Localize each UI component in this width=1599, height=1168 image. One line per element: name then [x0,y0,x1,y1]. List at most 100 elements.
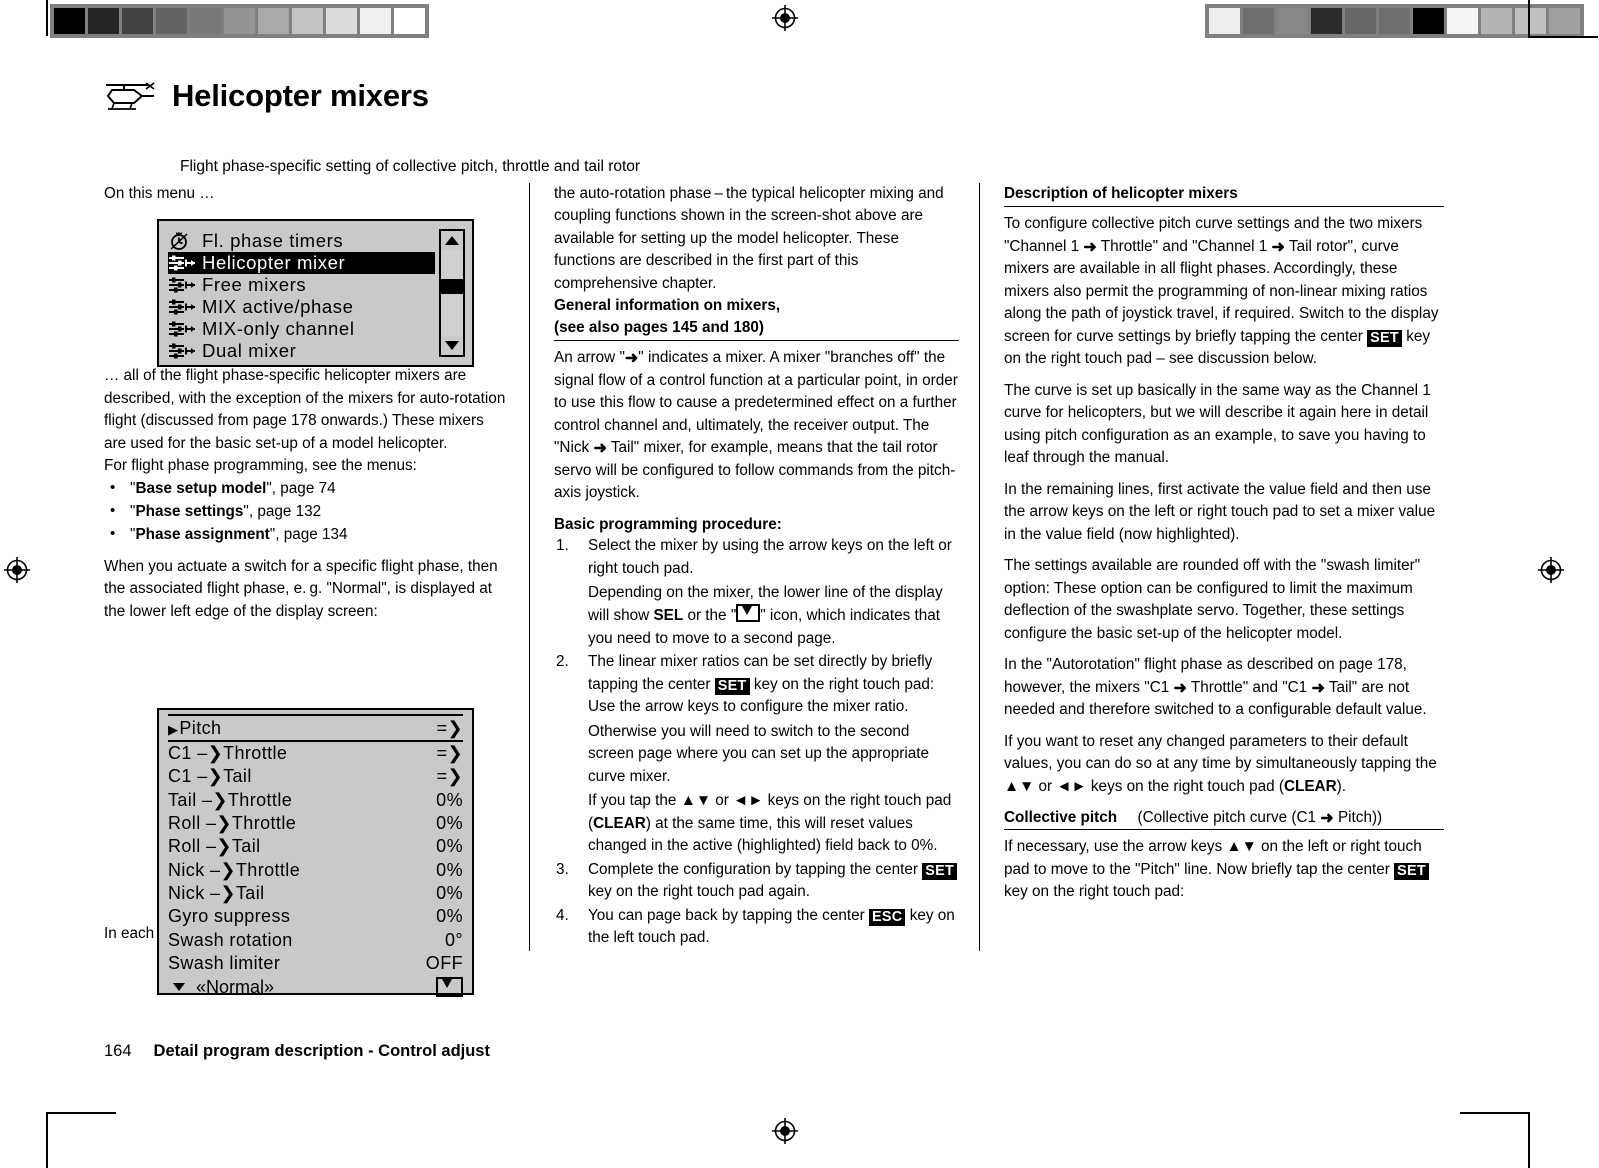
step-1: Select the mixer by using the arrow keys… [554,535,959,650]
lcd-mixer-row[interactable]: Swash limiter OFF [168,952,463,975]
lcd-mixer-row[interactable]: C1 –❯Tail =❯ [168,765,463,788]
lcd-menu-item[interactable]: Fl. phase timers [168,230,435,252]
triangle-up-icon [445,236,459,245]
step-3-text-a: Complete the configuration by tapping th… [588,860,923,878]
lcd-menu-item[interactable]: Free mixers [168,274,435,296]
lcd-mixer-row-value[interactable]: 0% [436,906,463,927]
arrow-icon: ➜ [1271,238,1285,256]
lcd-mixer-row-value[interactable]: 0% [436,836,463,857]
lcd-mixer-row-name: Tail –❯Throttle [168,789,293,810]
mixer-icon [168,276,202,294]
right-para-7: If necessary, use the arrow keys ▲▼ on t… [1004,836,1444,903]
page-footer: 164 Detail program description - Control… [104,1042,490,1061]
mixer-icon [169,343,195,359]
mixer-icon [169,321,195,337]
lcd-mixer-row[interactable]: C1 –❯Throttle =❯ [168,742,463,765]
set-key-badge[interactable]: SET [922,862,958,880]
lcd-mixer-row[interactable]: Swash rotation 0° [168,928,463,951]
mixer-icon [169,277,195,293]
right-para-6: If you want to reset any changed paramet… [1004,731,1444,798]
mixer-icon [168,254,202,272]
lcd-mixer-row-value[interactable]: 0% [436,790,463,811]
lcd-mixer-row-value[interactable]: =❯ [437,743,463,764]
lcd-mixer-row-name: Swash limiter [168,952,281,973]
lcd-menu-item[interactable]: Helicopter mixer [168,252,435,274]
calibration-swatch [394,8,425,34]
right-heading-1: Description of helicopter mixers [1004,185,1238,202]
column-middle: the auto-rotation phase – the typical he… [529,183,979,951]
mixer-icon [168,298,202,316]
set-key-badge[interactable]: SET [1367,329,1402,347]
scroll-down-button[interactable] [441,336,463,355]
crop-mark-top-right [1528,0,1530,36]
cursor-icon: ▶ [168,721,179,737]
right-para-7-b: key on the right touch pad: [1004,883,1185,900]
mixer-icon [168,342,202,360]
next-page-icon[interactable] [436,977,463,998]
mid-heading-1-line2: (see also pages 145 and 180) [554,318,765,336]
heading-rule [1004,829,1444,831]
lcd-mixer-row-value[interactable]: 0% [436,883,463,904]
menu-reference-list: "Base setup model", page 74 "Phase setti… [104,477,509,547]
arrow-icon: ➜ [1320,810,1334,828]
heading-rule [1004,206,1444,208]
calibration-swatch [1311,8,1342,34]
lcd-menu-item-label: Free mixers [202,274,307,295]
lcd-mixer-row-value[interactable]: 0° [445,930,463,951]
mid-heading-1-line1: General information on mixers, [554,297,781,315]
lcd-mixer-row-name: Roll –❯Throttle [168,813,297,834]
arrow-icon: ➜ [1083,238,1097,256]
lcd-menu-item[interactable]: MIX-only channel [168,318,435,340]
right-para-5: In the "Autorotation" flight phase as de… [1004,654,1444,721]
lcd-mixer-row-value[interactable]: =❯ [437,766,463,787]
crop-mark-bottom-right [1528,1112,1530,1168]
lcd-mixer-row-name: Gyro suppress [168,906,291,927]
lcd-phase-row[interactable]: «Normal» [168,975,463,1000]
right-para-6-a: If you want to reset any changed paramet… [1004,732,1437,795]
lcd-mixer-row-value[interactable]: 0% [436,813,463,834]
lcd-scrollbar[interactable] [439,229,465,357]
lcd-mixer-row-value[interactable]: OFF [426,953,463,974]
lcd-mixer-row[interactable]: Roll –❯Tail 0% [168,835,463,858]
set-key-badge[interactable]: SET [714,677,750,696]
lcd-mixer-row[interactable]: ▶Pitch =❯ [168,714,463,742]
list-item: "Phase settings", page 132 [104,500,509,524]
esc-key-badge[interactable]: ESC [868,908,906,926]
lcd-mixer-row[interactable]: Nick –❯Throttle 0% [168,858,463,881]
right-heading-2: Collective pitch (Collective pitch curve… [1004,809,1444,827]
lcd-mixer-row-name: ▶Pitch [168,717,222,738]
arrow-icon: ➜ [624,350,639,368]
crop-mark-bottom-left-h [46,1112,116,1114]
right-heading-2-bold: Collective pitch [1004,809,1118,827]
set-key-badge[interactable]: SET [1394,862,1429,880]
lcd-mixer-list[interactable]: ▶Pitch =❯ C1 –❯Throttle =❯ C1 –❯Tail =❯ Tail –… [168,714,463,975]
stopwatch-icon [170,232,188,250]
lcd-mixer-row[interactable]: Gyro suppress 0% [168,905,463,928]
calibration-swatch [190,8,221,34]
lcd-mixer-row-value[interactable]: 0% [436,860,463,881]
calibration-swatch [1413,8,1444,34]
scroll-up-button[interactable] [441,231,463,250]
calibration-swatch [1345,8,1376,34]
lcd-menu-item[interactable]: MIX active/phase [168,296,435,318]
lcd-mixer-row-value[interactable]: =❯ [437,718,463,739]
phase-label: «Normal» [196,976,275,997]
calibration-swatch [292,8,323,34]
scroll-track[interactable] [441,250,463,336]
step-2-sub-1: Otherwise you will need to switch to the… [588,722,930,785]
mid-para-2-a: An arrow " [554,349,625,367]
lcd-mixer-screen[interactable]: ▶Pitch =❯ C1 –❯Throttle =❯ C1 –❯Tail =❯ Tail –… [157,708,474,998]
lcd-menu-item[interactable]: Dual mixer [168,340,435,362]
lcd-mixer-row[interactable]: Tail –❯Throttle 0% [168,789,463,812]
list-item-bold: Phase assignment [135,525,270,543]
step-1-text: Select the mixer by using the arrow keys… [588,537,952,577]
lcd-menu-screen[interactable]: Fl. phase timers Helicopter mixer Free mix… [157,219,474,367]
calibration-swatch [1447,8,1478,34]
next-page-icon [736,604,761,623]
list-item-bold: Phase settings [135,502,244,520]
list-item-bold: Base setup model [135,479,267,497]
lcd-mixer-row[interactable]: Nick –❯Tail 0% [168,882,463,905]
lcd-mixer-row[interactable]: Roll –❯Throttle 0% [168,812,463,835]
scroll-thumb[interactable] [441,279,463,294]
lcd-menu-list[interactable]: Fl. phase timers Helicopter mixer Free mix… [166,226,435,362]
